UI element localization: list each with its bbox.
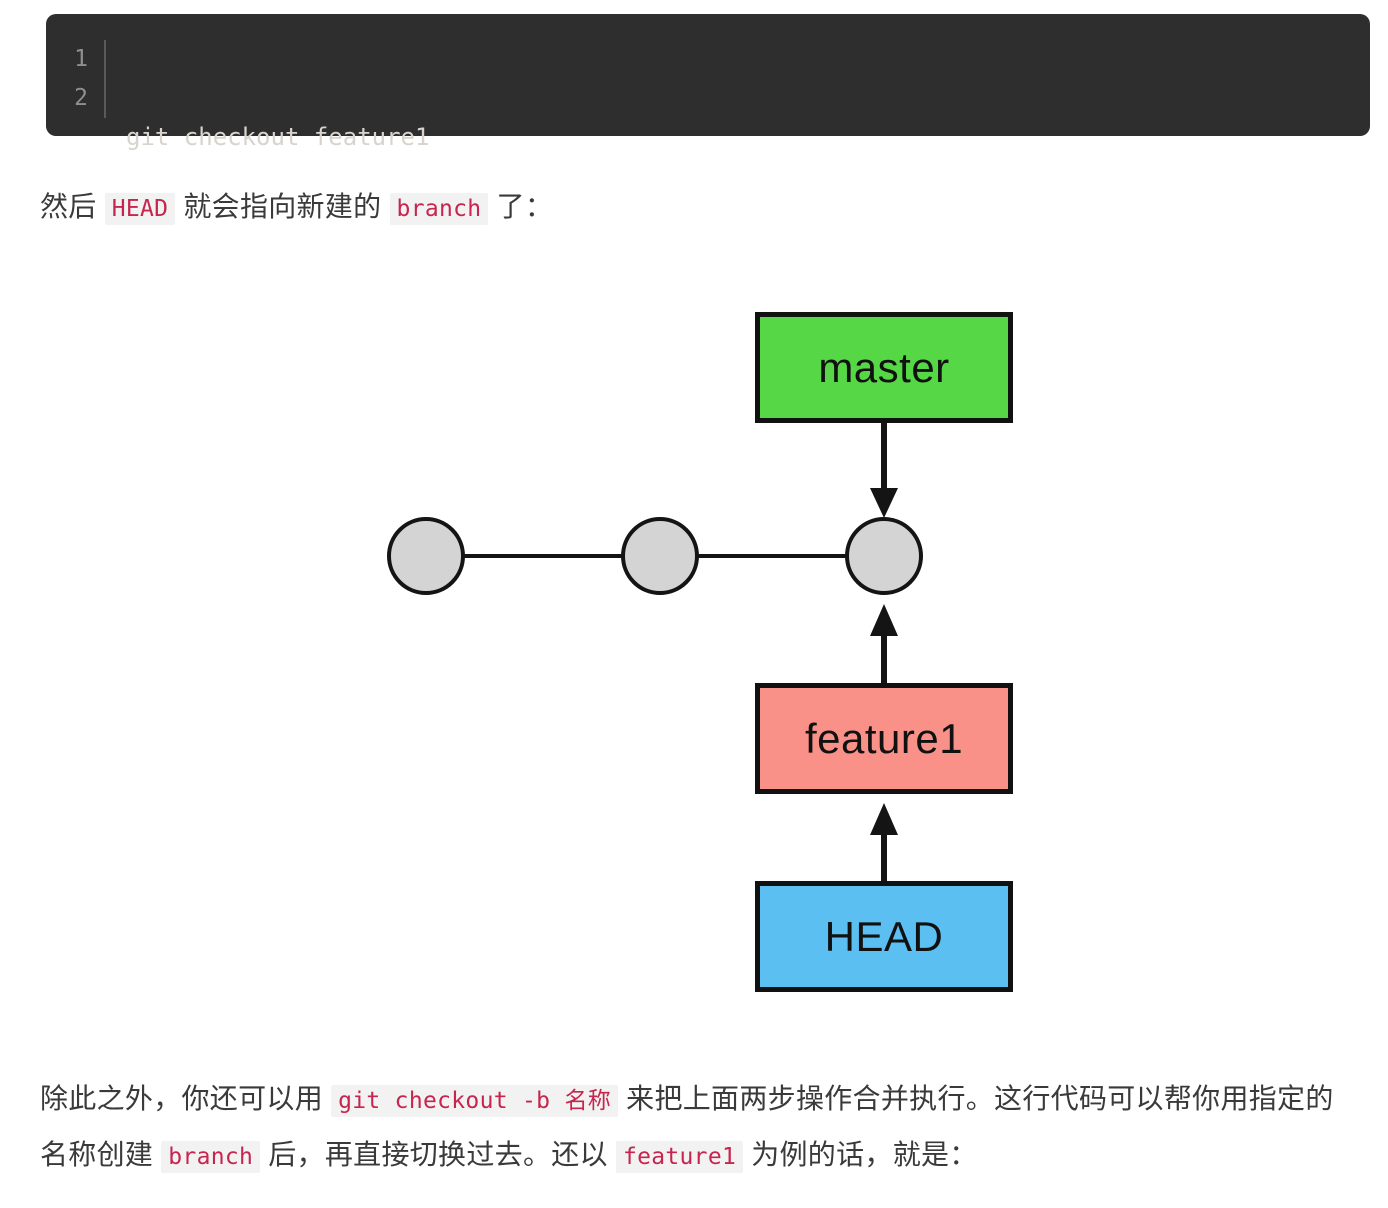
arrow-feature1-to-commit-icon <box>870 604 898 684</box>
commit-node <box>387 517 465 595</box>
arrow-master-to-commit-icon <box>870 422 898 518</box>
inline-code-branch: branch <box>161 1141 261 1173</box>
inline-code-head: HEAD <box>104 193 176 225</box>
commit-node <box>621 517 699 595</box>
text-segment: 然后 <box>40 191 105 222</box>
inline-code-branch: branch <box>389 193 489 225</box>
node-feature1: feature1 <box>755 683 1013 794</box>
node-master: master <box>755 312 1013 423</box>
text-segment: 为例的话，就是： <box>743 1139 978 1170</box>
inline-code-feature1: feature1 <box>615 1141 744 1173</box>
line-number: 1 <box>74 46 88 72</box>
code-block: 1 2 git checkout feature1 <box>46 14 1370 151</box>
node-feature1-label: feature1 <box>804 714 964 762</box>
code-line: git checkout feature1 <box>126 123 430 151</box>
text-segment: 就会指向新建的 <box>175 191 390 222</box>
paragraph-outro: 除此之外，你还可以用 git checkout -b 名称 来把上面两步操作合并… <box>40 1072 1360 1184</box>
text-segment: 除此之外，你还可以用 <box>40 1083 332 1114</box>
text-segment: 后，再直接切换过去。还以 <box>260 1139 616 1170</box>
node-head: HEAD <box>755 881 1013 992</box>
git-branch-diagram: master feature1 HEAD <box>0 270 1388 1030</box>
text-segment: 了： <box>488 191 554 222</box>
node-master-label: master <box>818 343 950 391</box>
paragraph-intro: 然后 HEAD 就会指向新建的 branch 了： <box>40 180 1340 236</box>
commit-edge <box>462 554 624 558</box>
inline-code-checkout-b: git checkout -b 名称 <box>331 1085 619 1117</box>
code-gutter: 1 2 <box>46 40 104 118</box>
arrow-head-to-feature1-icon <box>870 803 898 883</box>
node-head-label: HEAD <box>824 912 944 960</box>
commit-node <box>845 517 923 595</box>
commit-edge <box>696 554 848 558</box>
line-number: 2 <box>74 85 88 111</box>
